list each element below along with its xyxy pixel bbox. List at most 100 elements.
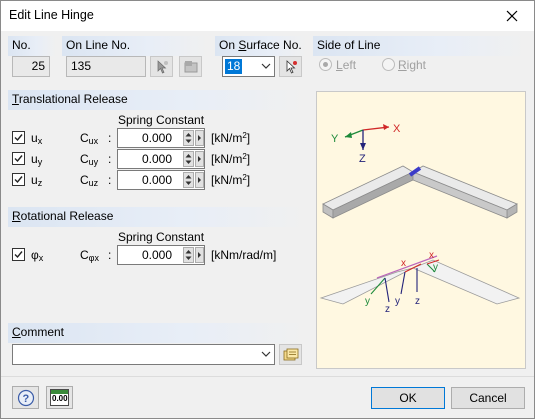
spin-arrows-icon [185, 133, 192, 143]
comment-label: Comment [12, 325, 65, 339]
cuz-colon: : [108, 173, 112, 187]
cux-label: Cux [80, 131, 99, 146]
local-y-label-right: y [433, 262, 438, 273]
rotational-label: Rotational Release [12, 209, 114, 223]
side-left-radio[interactable] [319, 58, 332, 71]
axis-z-label: Z [359, 153, 366, 165]
cux-colon: : [108, 131, 112, 145]
cuy-colon: : [108, 152, 112, 166]
global-axes: X Y Z [331, 123, 401, 165]
checkmark-icon [14, 176, 23, 184]
no-label: No. [12, 38, 31, 52]
ux-label: ux [31, 131, 43, 146]
side-right-label: Right [398, 58, 427, 72]
side-of-line-group-header: Side of Line [313, 36, 527, 56]
axis-y-label: Y [331, 133, 339, 145]
select-window-icon [184, 60, 197, 72]
cuz-unit: [kN/m2] [211, 173, 251, 187]
comment-input[interactable] [12, 344, 275, 365]
cphix-colon: : [108, 248, 112, 262]
chevron-right-icon [198, 252, 201, 258]
local-y-label-left: y [365, 296, 370, 307]
help-icon: ? [17, 389, 34, 406]
cuz-more-button[interactable] [195, 172, 204, 188]
cuz-updown[interactable] [183, 172, 194, 188]
hinge-illustration: X Y Z y z y x z y x [319, 123, 521, 315]
on-line-field: 135 [66, 56, 146, 77]
cux-spinbox[interactable]: 0.000 [117, 128, 205, 148]
comment-library-button[interactable] [279, 344, 302, 365]
chevron-right-icon [198, 177, 201, 183]
select-line-button[interactable] [179, 56, 202, 77]
local-y-label-mid: y [395, 296, 400, 307]
translational-label: Translational Release [12, 92, 128, 106]
title-bar: Edit Line Hinge [1, 1, 534, 31]
cphix-unit: [kNm/rad/m] [211, 248, 277, 262]
no-field: 25 [12, 56, 50, 77]
cuy-spinbox[interactable]: 0.000 [117, 149, 205, 169]
cux-value: 0.000 [141, 131, 172, 145]
ux-checkbox[interactable] [12, 131, 25, 144]
uy-checkbox[interactable] [12, 152, 25, 165]
hinge-preview-image: X Y Z y z y x z y x [316, 91, 526, 369]
phix-checkbox[interactable] [12, 248, 25, 261]
svg-text:?: ? [22, 393, 29, 405]
side-right-radio[interactable] [382, 58, 395, 71]
rotational-group-header: Rotational Release [8, 207, 307, 227]
phix-label: φx [31, 248, 44, 263]
cphix-updown[interactable] [183, 247, 194, 263]
pick-cursor-icon [157, 59, 168, 73]
cux-updown[interactable] [183, 130, 194, 146]
cuy-more-button[interactable] [195, 151, 204, 167]
local-z-label-left: z [385, 304, 390, 315]
units-button[interactable]: 0.00 [46, 386, 73, 409]
side-of-line-label: Side of Line [317, 38, 381, 52]
axis-x-label: X [393, 123, 401, 135]
cuz-label: Cuz [80, 173, 99, 188]
on-surface-value: 18 [225, 59, 243, 74]
cux-unit: [kN/m2] [211, 131, 251, 145]
on-surface-select[interactable]: 18 [222, 56, 275, 77]
cphix-spinbox[interactable]: 0.000 [117, 245, 205, 265]
pick-cursor-icon [286, 59, 297, 74]
dialog-title: Edit Line Hinge [9, 8, 94, 22]
on-line-label: On Line No. [66, 38, 131, 52]
spin-arrows-icon [185, 175, 192, 185]
close-button[interactable] [490, 1, 534, 31]
spin-arrows-icon [185, 250, 192, 260]
cphix-value: 0.000 [141, 248, 172, 262]
units-icon: 0.00 [50, 389, 69, 406]
thin-surfaces: y z y x z y x [319, 250, 521, 315]
checkmark-icon [14, 155, 23, 163]
ok-button[interactable]: OK [371, 387, 445, 409]
units-icon-text: 0.00 [52, 394, 68, 403]
cux-more-button[interactable] [195, 130, 204, 146]
cancel-button[interactable]: Cancel [451, 387, 525, 409]
close-icon [506, 10, 518, 22]
cuy-updown[interactable] [183, 151, 194, 167]
cuy-unit: [kN/m2] [211, 152, 251, 166]
pick-line-button[interactable] [150, 56, 173, 77]
rotational-spring-header: Spring Constant [118, 230, 205, 244]
checkmark-icon [14, 134, 23, 142]
local-x-label-right: x [429, 250, 434, 261]
cphix-more-button[interactable] [195, 247, 204, 263]
uz-label: uz [31, 173, 43, 188]
cuz-value: 0.000 [141, 173, 172, 187]
help-button[interactable]: ? [12, 386, 39, 409]
cuz-spinbox[interactable]: 0.000 [117, 170, 205, 190]
no-group-header: No. [8, 36, 56, 56]
chevron-right-icon [198, 156, 201, 162]
solid-plates [322, 165, 518, 219]
on-surface-label: On Surface No. [219, 38, 302, 52]
comment-group-header: Comment [8, 323, 307, 343]
local-x-label-left: x [401, 258, 406, 269]
translational-group-header: Translational Release [8, 90, 307, 110]
chevron-down-icon [261, 63, 271, 69]
pick-surface-button[interactable] [279, 56, 302, 77]
cuy-value: 0.000 [141, 152, 172, 166]
cuy-label: Cuy [80, 152, 99, 167]
uz-checkbox[interactable] [12, 173, 25, 186]
uy-label: uy [31, 152, 43, 167]
spin-arrows-icon [185, 154, 192, 164]
